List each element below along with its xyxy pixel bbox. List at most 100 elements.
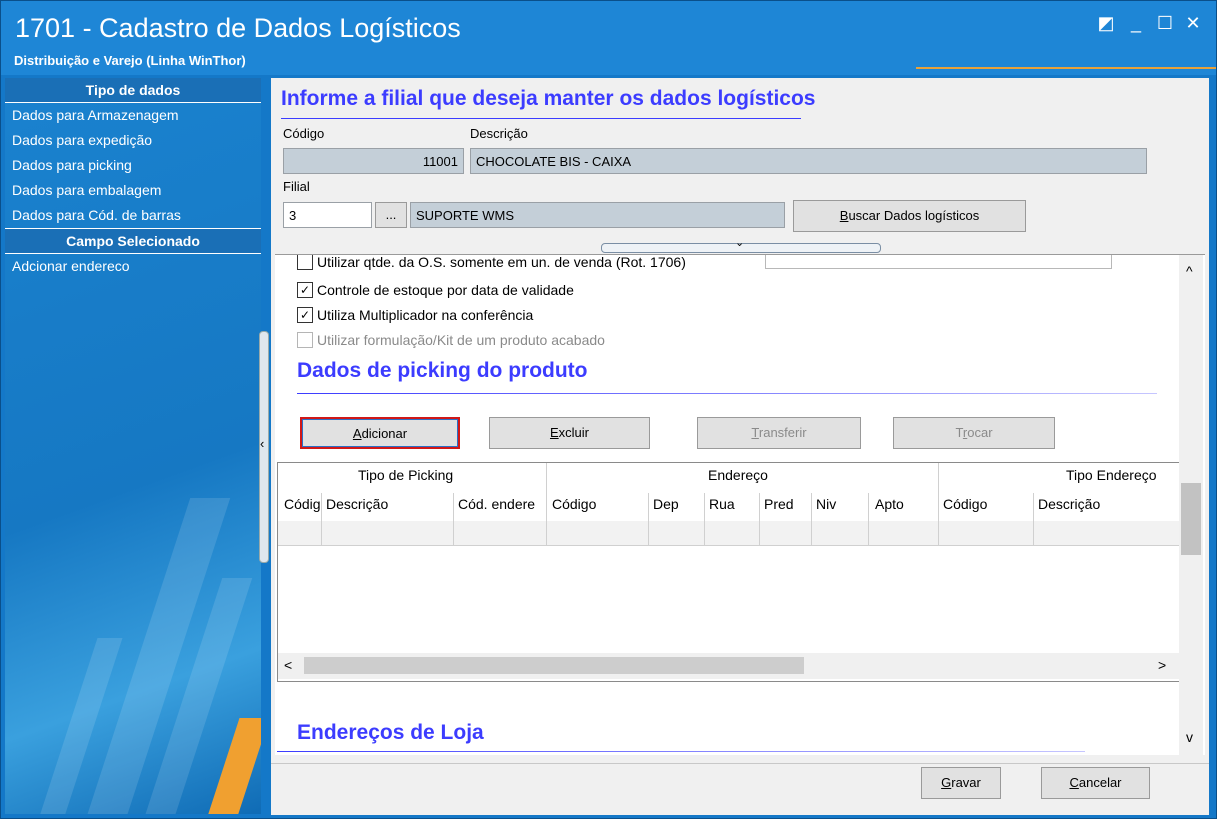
checkbox-icon[interactable] (297, 255, 313, 270)
table-row[interactable] (278, 521, 1180, 546)
scroll-thumb[interactable] (304, 657, 804, 674)
column-divider (938, 463, 939, 545)
gravar-button[interactable]: Gravar (921, 767, 1001, 799)
col-descricao-tipo[interactable]: Descrição (1038, 496, 1100, 512)
window-subtitle: Distribuição e Varejo (Linha WinThor) (14, 53, 246, 68)
enderecos-heading: Endereços de Loja (297, 721, 484, 744)
option-label: Controle de estoque por data de validade (317, 282, 574, 298)
sidebar-item-embalagem[interactable]: Dados para embalagem (5, 178, 261, 203)
cancelar-label: ancelar (1078, 775, 1122, 790)
codigo-field[interactable]: 11001 (283, 148, 464, 174)
picking-table[interactable]: Tipo de Picking Endereço Tipo Endereço C… (277, 462, 1181, 682)
trocar-button: Trocar (893, 417, 1055, 449)
column-divider (1033, 493, 1034, 545)
option-label: Utilizar qtde. da O.S. somente em un. de… (317, 254, 686, 270)
sidebar-section-title: Tipo de dados (5, 78, 261, 103)
sidebar-selected-field[interactable]: Adcionar endereco (5, 254, 261, 279)
picking-underline (297, 393, 1157, 394)
column-divider (546, 463, 547, 545)
option-controle-validade[interactable]: ✓ Controle de estoque por data de valida… (297, 281, 574, 299)
column-divider (759, 493, 760, 545)
title-accent-line (916, 67, 1216, 69)
col-codigo-picking[interactable]: Códig (284, 496, 322, 512)
col-codigo-endereco[interactable]: Código (552, 496, 596, 512)
heading-underline (281, 118, 801, 119)
panel-vertical-scrollbar[interactable]: ^ v (1179, 255, 1203, 755)
restore-layout-icon[interactable]: ◩ (1094, 13, 1118, 34)
option-multiplicador[interactable]: ✓ Utiliza Multiplicador na conferência (297, 306, 533, 324)
column-divider (868, 493, 869, 545)
app-window: 1701 - Cadastro de Dados Logísticos Dist… (0, 0, 1217, 819)
filial-input[interactable]: 3 (283, 202, 372, 228)
footer-bar: Gravar Cancelar (271, 763, 1209, 815)
group-tipo-picking: Tipo de Picking (358, 467, 454, 483)
buscar-label: uscar Dados logísticos (848, 208, 980, 223)
option-qtde-os[interactable]: Utilizar qtde. da O.S. somente em un. de… (297, 254, 686, 271)
group-tipo-endereco: Tipo Endereço (1066, 467, 1157, 483)
gravar-underline: G (941, 775, 952, 790)
filial-label: Filial (283, 179, 310, 194)
sidebar-item-picking[interactable]: Dados para picking (5, 153, 261, 178)
col-niv[interactable]: Niv (816, 496, 836, 512)
col-pred[interactable]: Pred (764, 496, 794, 512)
column-divider (321, 493, 322, 545)
excluir-label: xcluir (558, 425, 589, 440)
descricao-field[interactable]: CHOCOLATE BIS - CAIXA (470, 148, 1147, 174)
picking-heading: Dados de picking do produto (297, 359, 588, 382)
title-bar: 1701 - Cadastro de Dados Logísticos Dist… (1, 1, 1216, 75)
filial-lookup-button[interactable]: ... (375, 202, 407, 228)
option-label: Utiliza Multiplicador na conferência (317, 307, 534, 323)
buscar-dados-button[interactable]: Buscar Dados logísticos (793, 200, 1026, 232)
transferir-button: Transferir (697, 417, 861, 449)
option-formulacao-kit: Utilizar formulação/Kit de um produto ac… (297, 331, 605, 349)
chevron-down-icon[interactable]: ⌄ (735, 236, 744, 249)
col-cod-endereco[interactable]: Cód. endere (458, 496, 548, 512)
checkbox-checked-icon[interactable]: ✓ (297, 307, 313, 323)
col-codigo-tipo[interactable]: Código (943, 496, 987, 512)
adicionar-underline: A (352, 426, 362, 441)
adicionar-label: dicionar (361, 426, 408, 441)
option-label: Utilizar formulação/Kit de um produto ac… (317, 332, 605, 348)
form-heading: Informe a filial que deseja manter os da… (281, 87, 816, 110)
transferir-underline: T (751, 425, 759, 440)
trocar-label-a: T (955, 425, 963, 440)
cancelar-button[interactable]: Cancelar (1041, 767, 1150, 799)
cancelar-underline: C (1069, 775, 1079, 790)
scroll-right-icon[interactable]: > (1158, 657, 1166, 673)
close-button[interactable]: ✕ (1181, 13, 1205, 34)
column-divider (811, 493, 812, 545)
column-divider (453, 493, 454, 545)
adicionar-button[interactable]: Adicionar (300, 417, 460, 449)
scroll-thumb[interactable] (1181, 483, 1201, 555)
window-title: 1701 - Cadastro de Dados Logísticos (15, 13, 461, 43)
option-value-field[interactable] (765, 255, 1112, 269)
excluir-button[interactable]: Excluir (489, 417, 650, 449)
scroll-left-icon[interactable]: < (284, 657, 292, 673)
details-panel: Utilizar qtde. da O.S. somente em un. de… (275, 254, 1205, 755)
column-divider (648, 493, 649, 545)
trocar-label-b: ocar (967, 425, 993, 440)
scroll-down-icon[interactable]: v (1186, 729, 1193, 745)
sidebar-section-title: Campo Selecionado (5, 228, 261, 254)
group-endereco: Endereço (708, 467, 768, 483)
main-panel: Informe a filial que deseja manter os da… (271, 78, 1209, 815)
col-rua[interactable]: Rua (709, 496, 735, 512)
collapse-arrow-icon[interactable]: ‹ (260, 436, 264, 451)
col-apto[interactable]: Apto (875, 496, 904, 512)
descricao-label: Descrição (470, 126, 528, 141)
codigo-label: Código (283, 126, 325, 141)
column-divider (704, 493, 705, 545)
checkbox-checked-icon[interactable]: ✓ (297, 282, 313, 298)
enderecos-underline (277, 751, 1085, 752)
table-horizontal-scrollbar[interactable]: < > (278, 653, 1180, 679)
sidebar-item-armazenagem[interactable]: Dados para Armazenagem (5, 103, 261, 128)
col-dep[interactable]: Dep (653, 496, 679, 512)
filial-name-field: SUPORTE WMS (410, 202, 785, 228)
maximize-button[interactable]: ☐ (1153, 13, 1177, 34)
decor-orange-stripe (200, 718, 261, 814)
col-descricao-picking[interactable]: Descrição (326, 496, 388, 512)
sidebar-item-expedicao[interactable]: Dados para expedição (5, 128, 261, 153)
minimize-button[interactable]: _ (1124, 13, 1148, 34)
sidebar-item-cod-barras[interactable]: Dados para Cód. de barras (5, 203, 261, 228)
scroll-up-icon[interactable]: ^ (1186, 263, 1193, 279)
